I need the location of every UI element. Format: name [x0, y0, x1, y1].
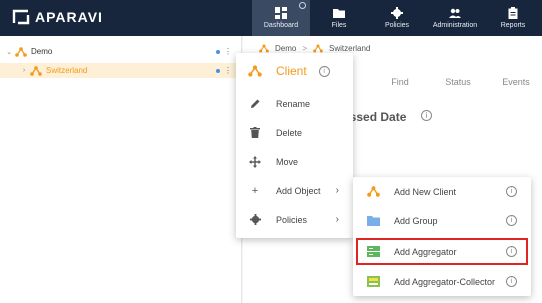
nav-dashboard[interactable]: Dashboard [252, 0, 310, 36]
network-icon [15, 46, 27, 57]
chevron-down-icon[interactable]: ⌄ [5, 48, 13, 56]
chevron-right-icon: › [335, 185, 339, 196]
network-icon [313, 44, 323, 53]
submenu-item-label: Add Aggregator [394, 246, 457, 257]
menu-item-label: Delete [276, 127, 303, 138]
nav-policies[interactable]: Policies [368, 0, 426, 36]
aggregator-collector-icon [367, 276, 380, 287]
info-icon[interactable]: i [318, 65, 330, 77]
submenu-item-label: Add Aggregator-Collector [394, 276, 496, 287]
submenu-item-add-group[interactable]: Add Group i [353, 206, 531, 235]
status-dot [216, 68, 220, 73]
submenu-item-add-aggregator[interactable]: Add Aggregator i [355, 237, 529, 266]
trash-icon [249, 127, 261, 139]
network-icon [248, 65, 262, 77]
nav-files[interactable]: Files [310, 0, 368, 36]
breadcrumb-separator: > [302, 44, 308, 53]
clipboard-icon [508, 7, 518, 19]
client-context-menu: Client i Rename Delete Move + Add Object… [236, 53, 353, 238]
context-menu-header: Client i [236, 53, 353, 89]
kebab-menu-icon[interactable]: ⋮ [224, 66, 232, 75]
submenu-item-add-aggregator-collector[interactable]: Add Aggregator-Collector i [353, 267, 531, 296]
aparavi-logo[interactable]: APARAVI [12, 9, 103, 25]
pencil-icon [249, 98, 261, 110]
breadcrumb-item[interactable]: Switzerland [329, 44, 370, 53]
nav-administration[interactable]: Administration [426, 0, 484, 36]
tab-events[interactable]: Events [487, 77, 542, 87]
main-nav: Dashboard Files Policies Administration … [252, 0, 542, 36]
top-navigation-bar: APARAVI Dashboard Files Policies Adminis… [0, 0, 542, 36]
context-menu-title: Client [276, 64, 307, 78]
aggregator-icon [367, 246, 380, 257]
client-icon [367, 186, 380, 197]
menu-item-move[interactable]: Move [236, 147, 353, 176]
info-icon[interactable]: i [506, 215, 517, 226]
gear-icon [391, 7, 403, 19]
logo-mark-icon [12, 9, 30, 25]
menu-item-delete[interactable]: Delete [236, 118, 353, 147]
tree-item-demo[interactable]: ⌄ Demo ⋮ [0, 44, 242, 59]
menu-item-label: Rename [276, 98, 311, 109]
nav-label: Files [331, 22, 347, 29]
submenu-item-label: Add New Client [394, 186, 457, 197]
network-icon [30, 65, 42, 76]
kebab-menu-icon[interactable]: ⋮ [224, 47, 232, 56]
node-tree-panel: ⌄ Demo ⋮ › Switzerland ⋮ [0, 36, 242, 303]
network-icon [259, 44, 269, 53]
menu-item-rename[interactable]: Rename [236, 89, 353, 118]
menu-item-add-object[interactable]: + Add Object › [236, 176, 353, 205]
nav-label: Policies [384, 22, 410, 29]
add-object-submenu: Add New Client i Add Group i Add Aggrega… [353, 177, 531, 296]
info-icon[interactable] [299, 2, 306, 9]
menu-item-label: Move [276, 156, 299, 167]
nav-label: Reports [500, 22, 526, 29]
menu-item-label: Add Object [276, 185, 321, 196]
nav-label: Administration [432, 22, 478, 29]
gear-icon [249, 214, 261, 226]
info-icon[interactable]: i [421, 110, 432, 121]
info-icon[interactable]: i [506, 246, 517, 257]
tab-find[interactable]: Find [371, 77, 429, 87]
tab-bar: Find Status Events [371, 77, 542, 87]
submenu-item-label: Add Group [394, 215, 438, 226]
chevron-right-icon: › [335, 214, 339, 225]
breadcrumb: Demo > Switzerland [259, 44, 370, 53]
status-dot [216, 49, 220, 54]
info-icon[interactable]: i [506, 276, 517, 287]
chevron-right-icon[interactable]: › [20, 67, 28, 74]
tree-item-label: Demo [31, 47, 53, 56]
info-icon[interactable]: i [506, 186, 517, 197]
dashboard-icon [275, 7, 287, 19]
breadcrumb-item[interactable]: Demo [275, 44, 296, 53]
tree-item-switzerland[interactable]: › Switzerland ⋮ [0, 63, 242, 78]
menu-item-policies[interactable]: Policies › [236, 205, 353, 234]
nav-label: Dashboard [263, 22, 299, 29]
users-icon [449, 8, 461, 18]
move-icon [249, 155, 261, 168]
tab-status[interactable]: Status [429, 77, 487, 87]
nav-reports[interactable]: Reports [484, 0, 542, 36]
menu-item-label: Policies [276, 214, 308, 225]
folder-icon [333, 9, 345, 18]
tree-item-label: Switzerland [46, 66, 88, 75]
submenu-item-add-new-client[interactable]: Add New Client i [353, 177, 531, 206]
logo-text: APARAVI [35, 9, 103, 25]
plus-icon: + [251, 184, 259, 197]
folder-icon [367, 216, 380, 226]
